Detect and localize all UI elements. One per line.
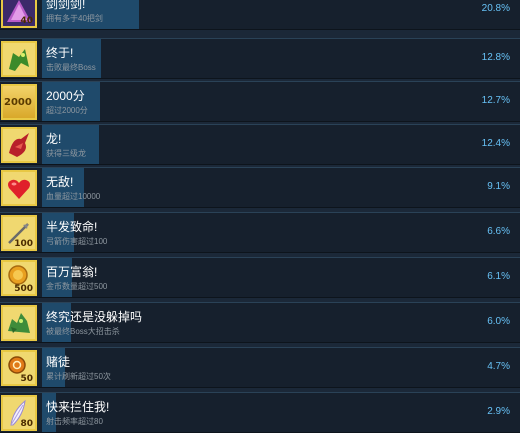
- achievement-title: 终于!: [46, 46, 74, 60]
- unlock-percent: 2.9%: [487, 406, 510, 417]
- icon-badge-number: 500: [14, 284, 33, 294]
- unlock-percent: 9.1%: [487, 181, 510, 192]
- unlock-percent: 6.0%: [487, 316, 510, 327]
- achievement-description: 击败最终Boss: [46, 63, 96, 72]
- achievement-description: 获得三级龙: [46, 149, 86, 158]
- achievement-description: 超过2000分: [46, 106, 88, 115]
- icon-badge-number: 80: [20, 419, 33, 429]
- quill-icon: 80: [1, 395, 37, 431]
- icon-badge-number: 2000: [4, 97, 32, 108]
- gold-coin-icon: 500: [1, 260, 37, 296]
- achievement-title: 剑剑剑!: [46, 0, 86, 11]
- boss-attack-icon: [1, 305, 37, 341]
- icon-badge-number: 50: [20, 374, 33, 384]
- achievement-title: 快来拦住我!: [46, 400, 110, 414]
- achievement-row[interactable]: 50 赌徒 累计刷新超过50次 4.7%: [0, 347, 520, 388]
- heart-icon: [1, 170, 37, 206]
- score-2000-icon: 2000: [1, 84, 37, 120]
- achievement-title: 半发致命!: [46, 220, 98, 234]
- achievement-list: 40 剑剑剑! 拥有多于40把剑 20.8% 终于! 击败最终Boss 12.8…: [0, 0, 520, 433]
- unlock-percent: 6.1%: [487, 271, 510, 282]
- unlock-percent: 12.7%: [481, 95, 510, 106]
- achievement-row[interactable]: 40 剑剑剑! 拥有多于40把剑 20.8%: [0, 0, 520, 30]
- achievement-description: 被最终Boss大招击杀: [46, 327, 120, 336]
- achievement-description: 累计刷新超过50次: [46, 372, 111, 381]
- icon-badge-number: 40: [20, 16, 33, 26]
- red-dragon-icon: [1, 127, 37, 163]
- achievement-description: 金币数量超过500: [46, 282, 108, 291]
- arrow-icon: 100: [1, 215, 37, 251]
- achievement-title: 终究还是没躲掉吗: [46, 310, 143, 324]
- achievement-row[interactable]: 80 快来拦住我! 射击频率超过80 2.9%: [0, 392, 520, 433]
- unlock-percent: 12.4%: [481, 138, 510, 149]
- achievement-row[interactable]: 龙! 获得三级龙 12.4%: [0, 124, 520, 165]
- unlock-percent: 20.8%: [481, 3, 510, 14]
- achievement-description: 射击频率超过80: [46, 417, 103, 426]
- green-creature-icon: [1, 41, 37, 77]
- unlock-percent: 6.6%: [487, 226, 510, 237]
- achievement-title: 无敌!: [46, 175, 74, 189]
- feather-fan-icon: 40: [1, 0, 37, 28]
- achievement-row[interactable]: 终究还是没躲掉吗 被最终Boss大招击杀 6.0%: [0, 302, 520, 343]
- achievement-description: 血量超过10000: [46, 192, 101, 201]
- achievement-row[interactable]: 终于! 击败最终Boss 12.8%: [0, 38, 520, 79]
- achievement-description: 拥有多于40把剑: [46, 14, 103, 23]
- achievement-description: 弓箭伤害超过100: [46, 237, 108, 246]
- unlock-percent: 4.7%: [487, 361, 510, 372]
- refresh-token-icon: 50: [1, 350, 37, 386]
- achievement-title: 2000分: [46, 89, 85, 103]
- unlock-percent: 12.8%: [481, 52, 510, 63]
- achievement-title: 百万富翁!: [46, 265, 98, 279]
- achievement-row[interactable]: 无敌! 血量超过10000 9.1%: [0, 167, 520, 208]
- achievement-row[interactable]: 100 半发致命! 弓箭伤害超过100 6.6%: [0, 212, 520, 253]
- achievement-title: 赌徒: [46, 355, 71, 369]
- achievement-title: 龙!: [46, 132, 62, 146]
- achievement-row[interactable]: 500 百万富翁! 金币数量超过500 6.1%: [0, 257, 520, 298]
- icon-badge-number: 100: [14, 239, 33, 249]
- achievement-row[interactable]: 2000 2000分 超过2000分 12.7%: [0, 81, 520, 122]
